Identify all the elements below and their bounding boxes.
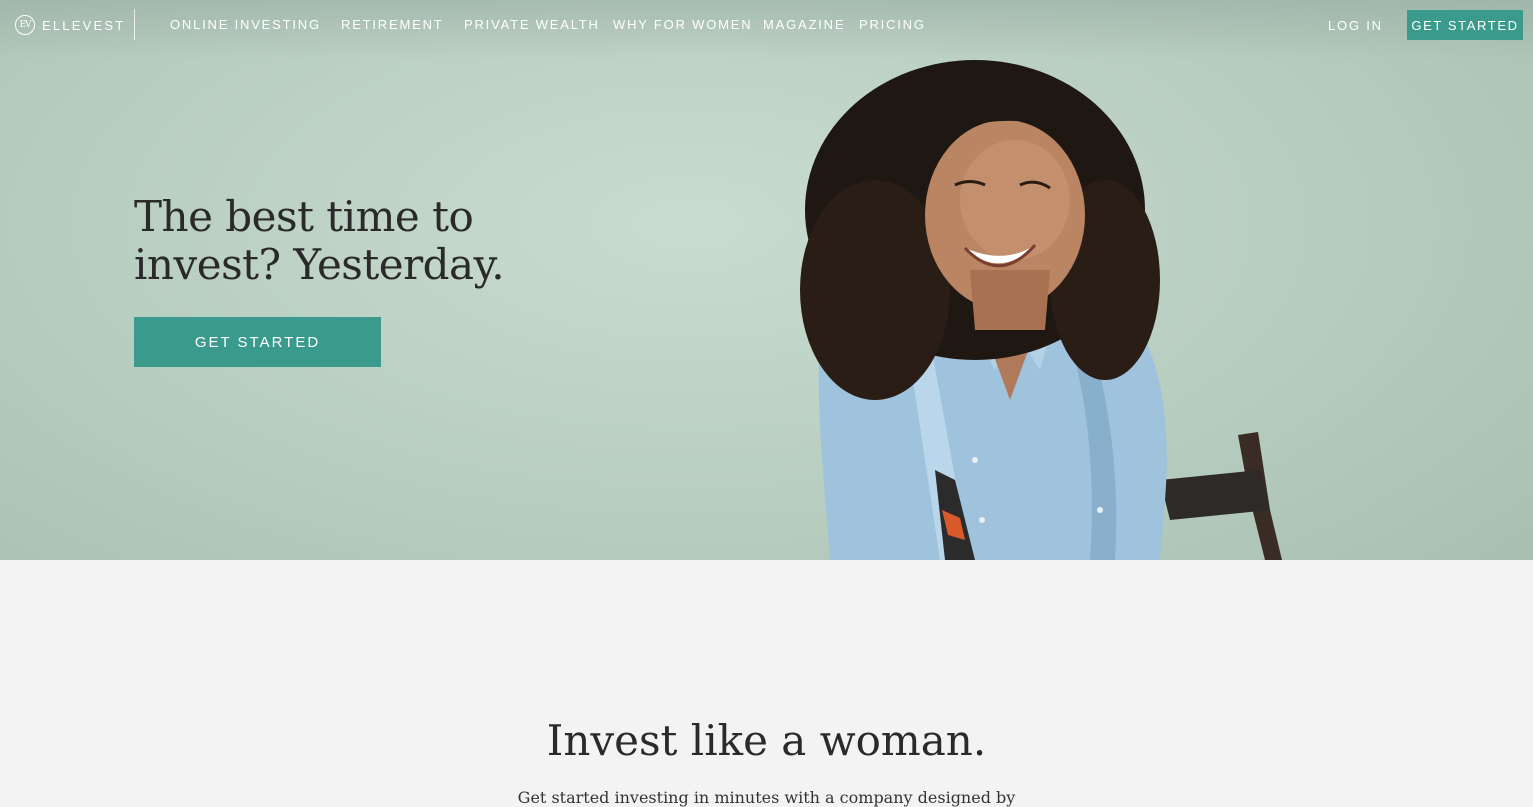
hero-section: EV ELLEVEST ONLINE INVESTING RETIREMENT … xyxy=(0,0,1533,560)
nav-link-retirement[interactable]: RETIREMENT xyxy=(341,17,444,32)
nav-link-pricing[interactable]: PRICING xyxy=(859,17,926,32)
nav-link-magazine[interactable]: MAGAZINE xyxy=(763,17,845,32)
section-title: Invest like a woman. xyxy=(546,716,987,765)
nav-link-why-for-women[interactable]: WHY FOR WOMEN xyxy=(613,17,752,32)
logo-mark-icon: EV xyxy=(15,15,35,35)
hero-headline-line1: The best time to xyxy=(134,192,474,241)
nav-link-online-investing[interactable]: ONLINE INVESTING xyxy=(170,17,321,32)
brand-name: ELLEVEST xyxy=(42,17,126,33)
top-nav: EV ELLEVEST ONLINE INVESTING RETIREMENT … xyxy=(0,0,1533,50)
nav-get-started-button[interactable]: GET STARTED xyxy=(1407,10,1523,40)
hero-headline-line2: invest? Yesterday. xyxy=(134,240,505,289)
login-link[interactable]: LOG IN xyxy=(1328,18,1383,33)
hero-headline: The best time to invest? Yesterday. xyxy=(134,193,554,289)
hero-get-started-button[interactable]: GET STARTED xyxy=(134,317,381,367)
section-subtitle: Get started investing in minutes with a … xyxy=(517,788,1016,807)
hero-photo xyxy=(800,60,1282,560)
nav-link-private-wealth[interactable]: PRIVATE WEALTH xyxy=(464,17,600,32)
brand-logo[interactable]: EV ELLEVEST xyxy=(15,14,125,36)
nav-divider xyxy=(134,9,135,40)
